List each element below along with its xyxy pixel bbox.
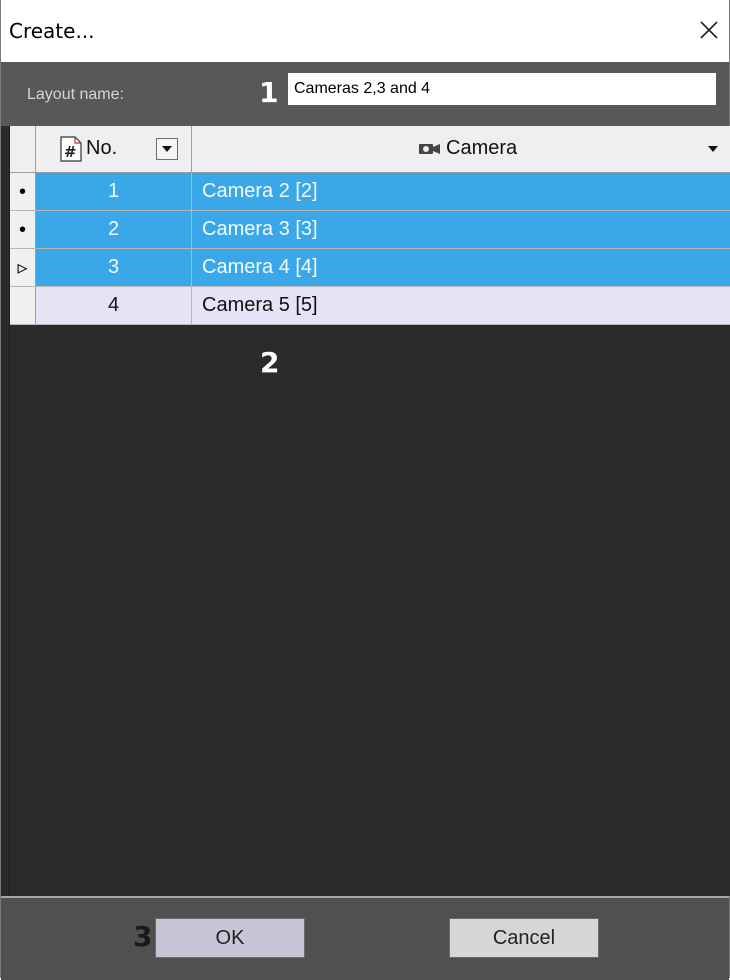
column-label-number: No. bbox=[86, 137, 118, 159]
camera-row[interactable]: • 1 Camera 2 [2] bbox=[10, 173, 730, 211]
row-indicator-header bbox=[10, 126, 36, 172]
dialog-title: Create... bbox=[9, 19, 95, 43]
ok-button[interactable]: OK bbox=[155, 918, 305, 958]
row-camera: Camera 4 [4] bbox=[192, 249, 730, 286]
row-camera: Camera 3 [3] bbox=[192, 211, 730, 248]
hash-icon: # bbox=[60, 136, 82, 162]
row-indicator: ▹ bbox=[10, 249, 36, 286]
row-number: 4 bbox=[36, 287, 192, 324]
annotation-1: 1 bbox=[259, 76, 279, 109]
title-bar: Create... bbox=[1, 0, 729, 62]
chevron-down-icon bbox=[162, 146, 172, 152]
cancel-button[interactable]: Cancel bbox=[449, 918, 599, 958]
grid-header: # No. Camera bbox=[10, 126, 730, 173]
camera-row[interactable]: ▹ 3 Camera 4 [4] bbox=[10, 249, 730, 287]
camera-row[interactable]: • 2 Camera 3 [3] bbox=[10, 211, 730, 249]
column-label-camera: Camera bbox=[446, 137, 518, 159]
row-number: 1 bbox=[36, 173, 192, 210]
close-icon bbox=[700, 21, 718, 39]
annotation-2: 2 bbox=[260, 346, 280, 379]
row-camera: Camera 2 [2] bbox=[192, 173, 730, 210]
create-layout-dialog: Create... Layout name: 1 # No. bbox=[0, 0, 730, 980]
dialog-footer: 3 OK Cancel bbox=[1, 896, 729, 980]
camera-row[interactable]: 4 Camera 5 [5] bbox=[10, 287, 730, 325]
row-number: 2 bbox=[36, 211, 192, 248]
layout-name-bar: Layout name: 1 bbox=[1, 62, 729, 126]
camera-grid: # No. Camera • 1 Camera 2 [2] • 2 Camera… bbox=[9, 126, 730, 896]
column-header-number[interactable]: # No. bbox=[36, 126, 192, 172]
chevron-down-icon bbox=[708, 146, 718, 152]
svg-text:#: # bbox=[64, 143, 77, 161]
layout-name-label: Layout name: bbox=[27, 86, 124, 103]
number-column-dropdown[interactable] bbox=[156, 138, 178, 160]
row-indicator: • bbox=[10, 211, 36, 248]
column-header-camera[interactable]: Camera bbox=[192, 126, 730, 172]
row-indicator bbox=[10, 287, 36, 324]
close-button[interactable] bbox=[689, 10, 729, 50]
row-indicator: • bbox=[10, 173, 36, 210]
annotation-3: 3 bbox=[133, 920, 153, 953]
row-number: 3 bbox=[36, 249, 192, 286]
layout-name-input[interactable] bbox=[287, 72, 717, 106]
camera-column-dropdown[interactable] bbox=[702, 138, 724, 160]
camera-icon bbox=[419, 144, 440, 154]
row-camera: Camera 5 [5] bbox=[192, 287, 730, 324]
